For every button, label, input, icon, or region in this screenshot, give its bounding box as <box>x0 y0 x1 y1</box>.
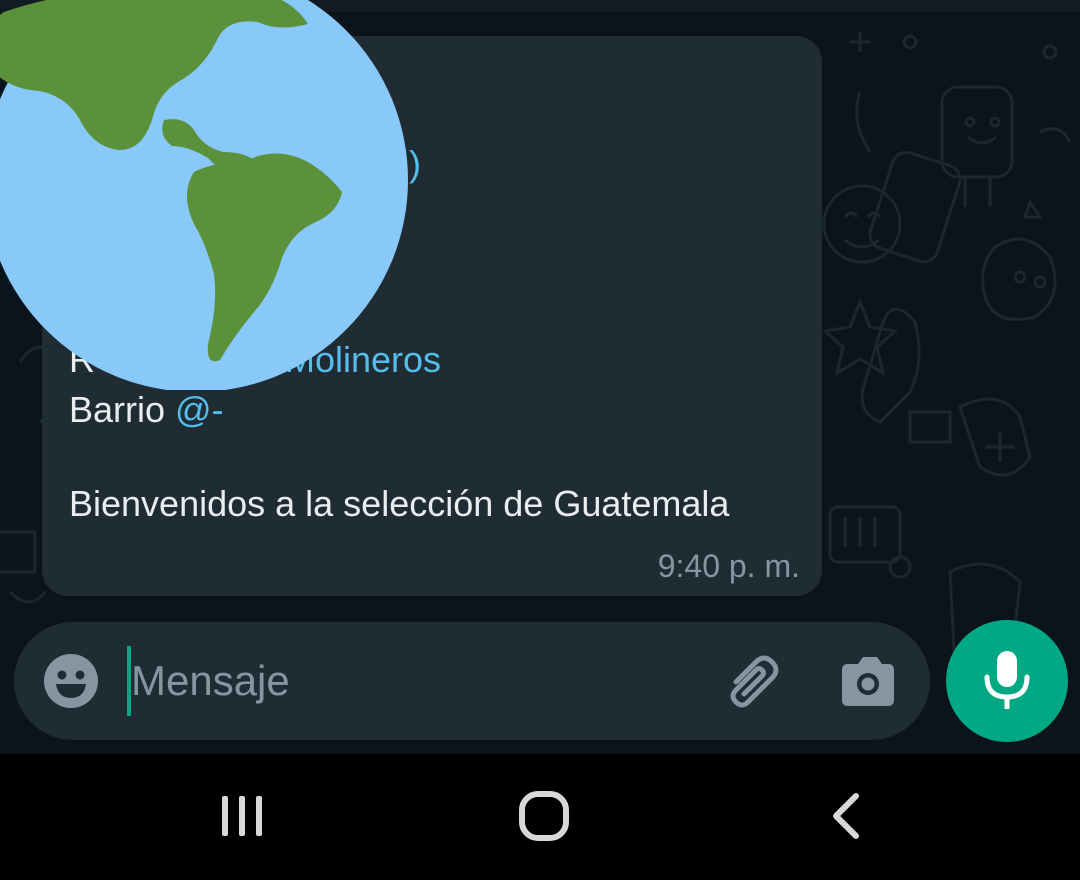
globe-americas-icon <box>0 0 408 390</box>
camera-icon[interactable] <box>838 654 898 710</box>
microphone-button[interactable] <box>946 620 1068 742</box>
paperclip-icon[interactable] <box>722 652 782 712</box>
message-timestamp: 9:40 p. m. <box>657 548 800 584</box>
android-navigation-bar <box>0 754 1080 880</box>
message-line-3-text: Barrio <box>69 389 176 430</box>
home-icon[interactable] <box>518 790 570 842</box>
emoji-icon[interactable] <box>42 652 100 710</box>
message-input[interactable] <box>129 648 691 714</box>
message-composer <box>14 622 930 740</box>
mention-at[interactable]: @- <box>175 389 224 430</box>
message-line-3: Barrio @- <box>69 388 224 432</box>
back-icon[interactable] <box>828 792 864 840</box>
recents-icon[interactable] <box>218 794 266 838</box>
microphone-icon <box>984 651 1030 709</box>
message-line-4: Bienvenidos a la selección de Guatemala <box>69 483 730 524</box>
